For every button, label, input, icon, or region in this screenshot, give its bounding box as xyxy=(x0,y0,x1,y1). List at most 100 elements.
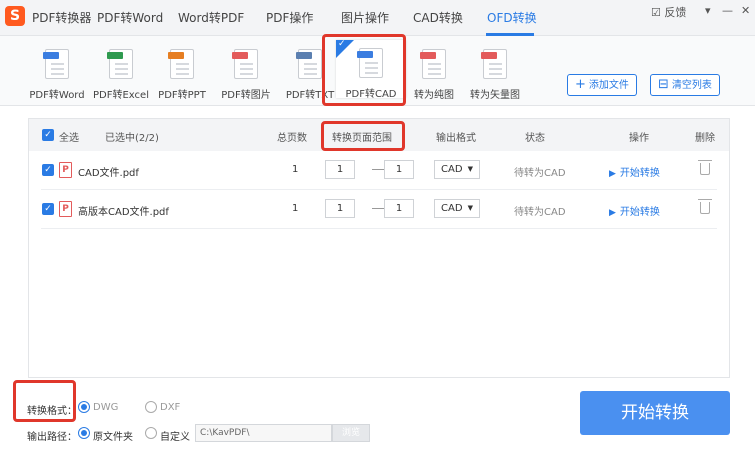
tool-pdf-to-ppt[interactable]: PDF转PPT xyxy=(150,49,214,103)
close-button[interactable]: ✕ xyxy=(741,4,750,17)
tool-pdf-to-word[interactable]: PDF转Word xyxy=(25,49,89,103)
custom-label: 自定义 xyxy=(160,432,190,443)
col-delete: 删除 xyxy=(695,133,715,144)
start-convert-button[interactable]: 开始转换 xyxy=(580,391,730,435)
start-convert-link[interactable]: ▶ 开始转换 xyxy=(609,203,660,218)
dwg-label: DWG xyxy=(93,402,119,413)
output-format-select[interactable]: CAD ▼ xyxy=(434,199,480,218)
ppt-doc-icon xyxy=(168,49,194,79)
pdf-file-icon: P xyxy=(59,162,72,178)
word-doc-icon xyxy=(43,49,69,79)
tool-pdf-to-excel[interactable]: PDF转Excel xyxy=(89,49,153,103)
minimize-button[interactable]: — xyxy=(722,4,733,17)
file-list-panel: ✓ 全选 已选中(2/2) 总页数 转换页面范围 输出格式 状态 操作 删除 ✓… xyxy=(28,118,730,378)
file-tag xyxy=(232,52,248,59)
dropdown-arrow-icon: ▼ xyxy=(467,204,473,212)
feedback-button[interactable]: ☑ 反馈 xyxy=(651,4,686,20)
col-output-format: 输出格式 xyxy=(436,133,476,144)
action-label: 开始转换 xyxy=(619,168,660,179)
status-text: 待转为CAD xyxy=(514,207,566,218)
page-count: 1 xyxy=(292,164,299,175)
dxf-label: DXF xyxy=(160,402,181,413)
plus-icon: + xyxy=(575,77,586,92)
output-path-input[interactable]: C:\KavPDF\ xyxy=(195,424,332,442)
col-operation: 操作 xyxy=(629,133,649,144)
clear-list-button[interactable]: ⊟ 清空列表 xyxy=(650,74,720,96)
original-folder-label: 原文件夹 xyxy=(93,432,133,443)
add-file-button[interactable]: + 添加文件 xyxy=(567,74,637,96)
page-to-input[interactable]: 1 xyxy=(384,160,414,179)
table-row: ✓ P CAD文件.pdf 1 1 1 CAD ▼ 待转为CAD ▶ 开始转换 xyxy=(41,151,717,190)
output-path-label: 输出路径： xyxy=(27,432,77,443)
tool-label: PDF转图片 xyxy=(221,90,271,101)
nav-tab-image-operations[interactable]: 图片操作 xyxy=(341,9,389,26)
tool-label: PDF转Word xyxy=(29,90,85,101)
feedback-label: 反馈 xyxy=(664,6,687,19)
range-separator xyxy=(372,208,384,209)
select-all-checkbox[interactable]: ✓ xyxy=(42,129,54,141)
pdf-file-icon: P xyxy=(59,201,72,217)
tool-to-vector-image[interactable]: 转为矢量图 xyxy=(463,49,527,103)
title-bar: S PDF转换器 PDF转Word Word转PDF PDF操作 图片操作 CA… xyxy=(0,0,755,36)
nav-tab-pdf-converter[interactable]: PDF转换器 xyxy=(32,9,91,26)
page-from-input[interactable]: 1 xyxy=(325,160,355,179)
file-name: 高版本CAD文件.pdf xyxy=(78,207,169,218)
status-text: 待转为CAD xyxy=(514,168,566,179)
excel-doc-icon xyxy=(107,49,133,79)
play-icon: ▶ xyxy=(609,169,616,179)
highlight-pdf-to-cad xyxy=(322,34,406,106)
selected-count: 已选中(2/2) xyxy=(105,133,159,144)
col-status: 状态 xyxy=(525,133,545,144)
dwg-radio[interactable] xyxy=(78,401,90,413)
format-value: CAD xyxy=(441,203,463,214)
original-folder-radio[interactable] xyxy=(78,427,90,439)
custom-radio[interactable] xyxy=(145,427,157,439)
tool-label: PDF转Excel xyxy=(93,90,149,101)
highlight-page-range xyxy=(321,121,405,151)
nav-tab-pdf-operations[interactable]: PDF操作 xyxy=(266,9,313,26)
nav-tab-word-to-pdf[interactable]: Word转PDF xyxy=(178,9,244,26)
tool-label: PDF转PPT xyxy=(158,90,206,101)
page-count: 1 xyxy=(292,203,299,214)
dropdown-arrow-icon: ▼ xyxy=(467,165,473,173)
nav-tab-pdf-to-word[interactable]: PDF转Word xyxy=(97,9,163,26)
delete-icon[interactable] xyxy=(698,160,712,175)
table-row: ✓ P 高版本CAD文件.pdf 1 1 1 CAD ▼ 待转为CAD ▶ 开始转换 xyxy=(41,190,717,229)
col-total-pages: 总页数 xyxy=(277,133,307,144)
nav-tab-ofd-convert[interactable]: OFD转换 xyxy=(487,9,537,26)
file-tag xyxy=(481,52,497,59)
tool-to-pure-image[interactable]: 转为纯图 xyxy=(402,49,466,103)
file-tag xyxy=(168,52,184,59)
file-name: CAD文件.pdf xyxy=(78,168,139,179)
vector-doc-icon xyxy=(481,49,507,79)
row-checkbox[interactable]: ✓ xyxy=(42,164,54,176)
clear-list-label: 清空列表 xyxy=(671,80,712,91)
page-from-input[interactable]: 1 xyxy=(325,199,355,218)
format-value: CAD xyxy=(441,164,463,175)
start-convert-link[interactable]: ▶ 开始转换 xyxy=(609,164,660,179)
action-label: 开始转换 xyxy=(619,207,660,218)
trash-icon: ⊟ xyxy=(658,77,669,92)
delete-icon[interactable] xyxy=(698,199,712,214)
txt-doc-icon xyxy=(296,49,322,79)
pure-image-doc-icon xyxy=(420,49,446,79)
page-to-input[interactable]: 1 xyxy=(384,199,414,218)
tool-label: 转为纯图 xyxy=(414,90,454,101)
feedback-icon: ☑ xyxy=(651,6,661,19)
play-icon: ▶ xyxy=(609,208,616,218)
tool-pdf-to-image[interactable]: PDF转图片 xyxy=(214,49,278,103)
dxf-radio[interactable] xyxy=(145,401,157,413)
file-tag xyxy=(43,52,59,59)
browse-button[interactable]: 浏览 xyxy=(332,424,370,442)
tool-label: 转为矢量图 xyxy=(470,90,520,101)
file-tag xyxy=(107,52,123,59)
output-format-select[interactable]: CAD ▼ xyxy=(434,160,480,179)
row-checkbox[interactable]: ✓ xyxy=(42,203,54,215)
add-file-label: 添加文件 xyxy=(588,80,629,91)
image-doc-icon xyxy=(232,49,258,79)
nav-tab-cad-convert[interactable]: CAD转换 xyxy=(413,9,463,26)
file-tag xyxy=(420,52,436,59)
menu-button[interactable]: ▾ xyxy=(705,4,711,17)
app-logo: S xyxy=(5,6,25,26)
highlight-convert-format xyxy=(13,380,76,422)
